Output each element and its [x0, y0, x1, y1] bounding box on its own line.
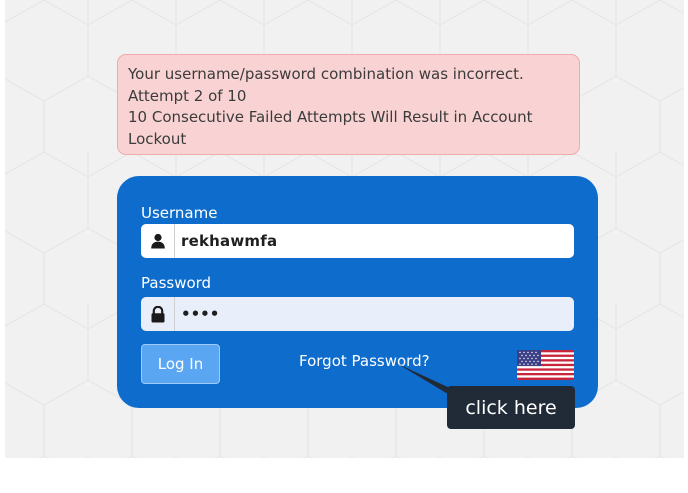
user-icon — [141, 224, 174, 258]
login-form: Username rekhawmfa Password •••• Log In … — [117, 176, 598, 408]
login-error-alert: Your username/password combination was i… — [117, 54, 580, 155]
password-input[interactable]: •••• — [174, 297, 574, 331]
frame-left — [0, 0, 5, 493]
forgot-password-link[interactable]: Forgot Password? — [299, 352, 430, 370]
username-field[interactable]: rekhawmfa — [141, 224, 574, 258]
password-field[interactable]: •••• — [141, 297, 574, 331]
alert-lockout-warning: 10 Consecutive Failed Attempts Will Resu… — [128, 108, 533, 126]
username-input[interactable]: rekhawmfa — [174, 224, 574, 258]
click-here-callout: click here — [447, 386, 575, 429]
us-flag-icon[interactable] — [517, 350, 574, 380]
alert-attempt-count: Attempt 2 of 10 — [128, 86, 247, 105]
lock-icon — [141, 297, 174, 331]
alert-lockout-warning-cont: Lockout — [128, 129, 187, 148]
alert-message: Your username/password combination was i… — [128, 65, 524, 83]
frame-bottom — [0, 458, 688, 493]
username-label: Username — [141, 204, 218, 222]
frame-right — [684, 0, 688, 493]
password-label: Password — [141, 274, 212, 292]
login-button[interactable]: Log In — [141, 344, 220, 384]
